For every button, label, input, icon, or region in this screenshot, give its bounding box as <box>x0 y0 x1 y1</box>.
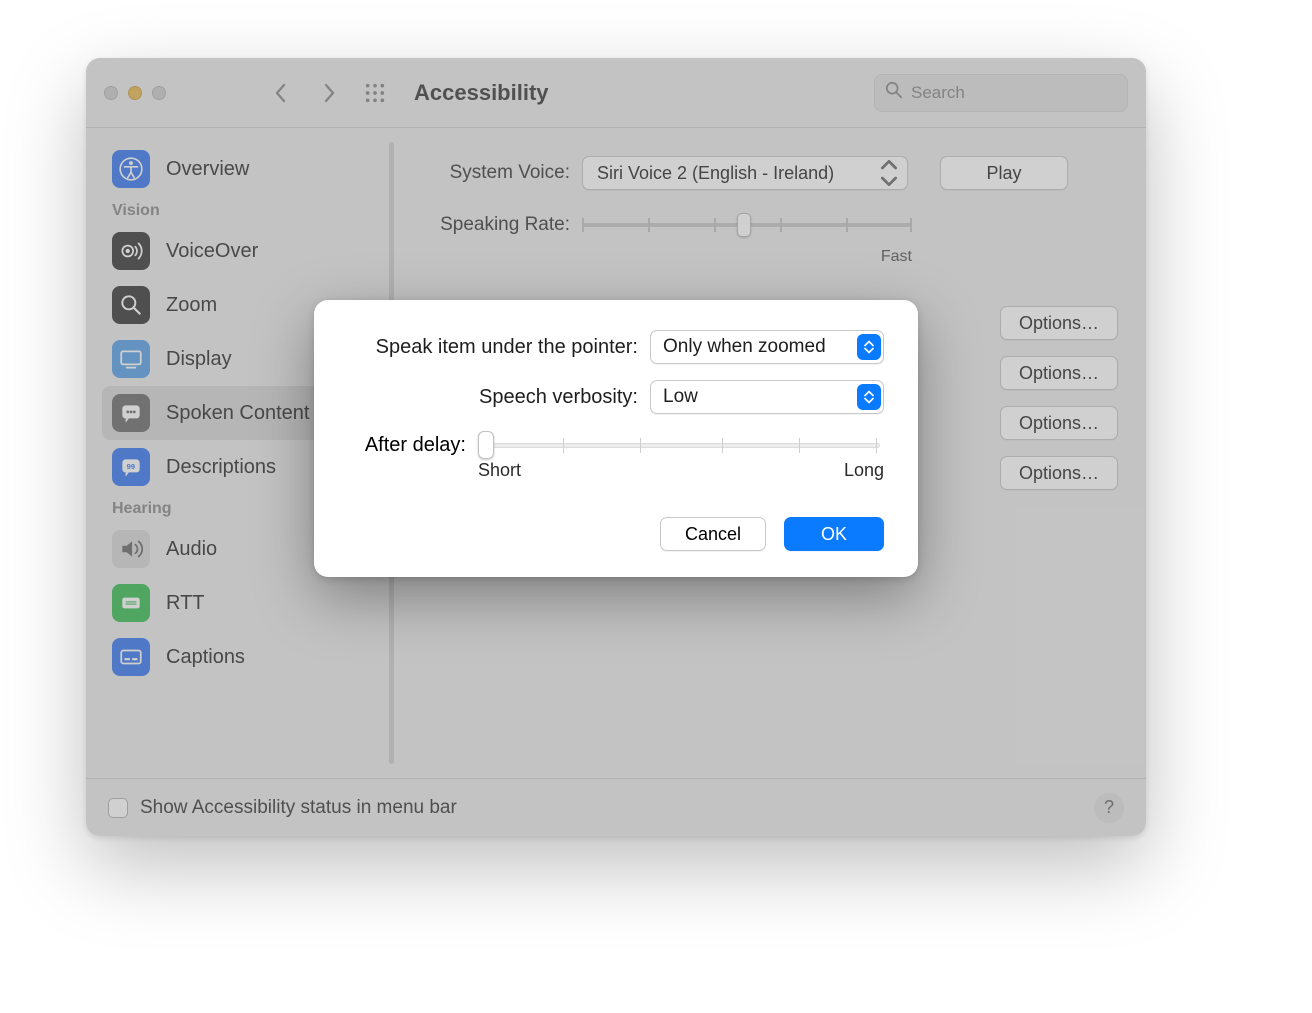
help-button[interactable]: ? <box>1094 793 1124 823</box>
search-icon <box>885 81 903 104</box>
traffic-lights <box>104 86 166 100</box>
accessibility-icon <box>112 150 150 188</box>
sidebar-item-rtt[interactable]: RTT <box>102 576 386 630</box>
options-button-3[interactable]: Options… <box>1000 406 1118 440</box>
speaking-rate-slider[interactable] <box>582 208 912 242</box>
sidebar-item-captions[interactable]: Captions <box>102 630 386 684</box>
delay-label: After delay: <box>348 430 466 457</box>
sidebar-header-vision: Vision <box>102 196 386 224</box>
cancel-button[interactable]: Cancel <box>660 517 766 551</box>
voiceover-icon <box>112 232 150 270</box>
window-minimize-button[interactable] <box>128 86 142 100</box>
audio-icon <box>112 530 150 568</box>
stepper-icon <box>857 334 881 360</box>
sidebar-item-label: Descriptions <box>166 456 276 479</box>
sidebar-item-label: Overview <box>166 158 249 181</box>
captions-icon <box>112 638 150 676</box>
search-field[interactable] <box>874 74 1128 112</box>
sidebar-item-label: Audio <box>166 538 217 561</box>
search-input[interactable] <box>911 83 1117 103</box>
nav-back-button[interactable] <box>264 76 298 110</box>
options-button-4[interactable]: Options… <box>1000 456 1118 490</box>
page-title: Accessibility <box>414 80 549 106</box>
show-status-label: Show Accessibility status in menu bar <box>140 797 457 819</box>
show-all-icon[interactable] <box>364 82 386 104</box>
sidebar-item-label: Display <box>166 348 232 371</box>
chevron-updown-icon <box>879 161 899 185</box>
system-voice-popup[interactable]: Siri Voice 2 (English - Ireland) <box>582 156 908 190</box>
sidebar-item-label: Zoom <box>166 294 217 317</box>
options-button-2[interactable]: Options… <box>1000 356 1118 390</box>
ok-button[interactable]: OK <box>784 517 884 551</box>
options-button-1[interactable]: Options… <box>1000 306 1118 340</box>
sidebar-item-label: VoiceOver <box>166 240 258 263</box>
window-zoom-button[interactable] <box>152 86 166 100</box>
show-status-checkbox[interactable] <box>108 798 128 818</box>
delay-long-label: Long <box>844 460 884 481</box>
play-button[interactable]: Play <box>940 156 1068 190</box>
delay-slider[interactable] <box>478 430 884 460</box>
speak-pointer-select[interactable]: Only when zoomed <box>650 330 884 364</box>
speak-pointer-label: Speak item under the pointer: <box>348 336 638 359</box>
window-close-button[interactable] <box>104 86 118 100</box>
speak-options-sheet: Speak item under the pointer: Only when … <box>314 300 918 577</box>
sidebar-item-label: Spoken Content <box>166 402 309 425</box>
speaking-rate-fast-label: Fast <box>881 248 912 266</box>
display-icon <box>112 340 150 378</box>
delay-short-label: Short <box>478 460 521 481</box>
system-voice-value: Siri Voice 2 (English - Ireland) <box>597 163 834 184</box>
nav-forward-button[interactable] <box>312 76 346 110</box>
verbosity-value: Low <box>663 386 698 408</box>
rtt-icon <box>112 584 150 622</box>
svg-text:99: 99 <box>127 462 135 471</box>
sidebar-item-voiceover[interactable]: VoiceOver <box>102 224 386 278</box>
sidebar-item-label: RTT <box>166 592 205 615</box>
stepper-icon <box>857 384 881 410</box>
titlebar: Accessibility <box>86 58 1146 128</box>
sidebar-item-label: Captions <box>166 646 245 669</box>
verbosity-select[interactable]: Low <box>650 380 884 414</box>
system-voice-label: System Voice: <box>422 162 570 184</box>
zoom-icon <box>112 286 150 324</box>
spoken-content-icon <box>112 394 150 432</box>
speaking-rate-label: Speaking Rate: <box>422 208 570 236</box>
descriptions-icon: 99 <box>112 448 150 486</box>
speak-pointer-value: Only when zoomed <box>663 336 826 358</box>
verbosity-label: Speech verbosity: <box>348 386 638 409</box>
footer: Show Accessibility status in menu bar ? <box>86 778 1146 836</box>
sidebar-item-overview[interactable]: Overview <box>102 142 386 196</box>
